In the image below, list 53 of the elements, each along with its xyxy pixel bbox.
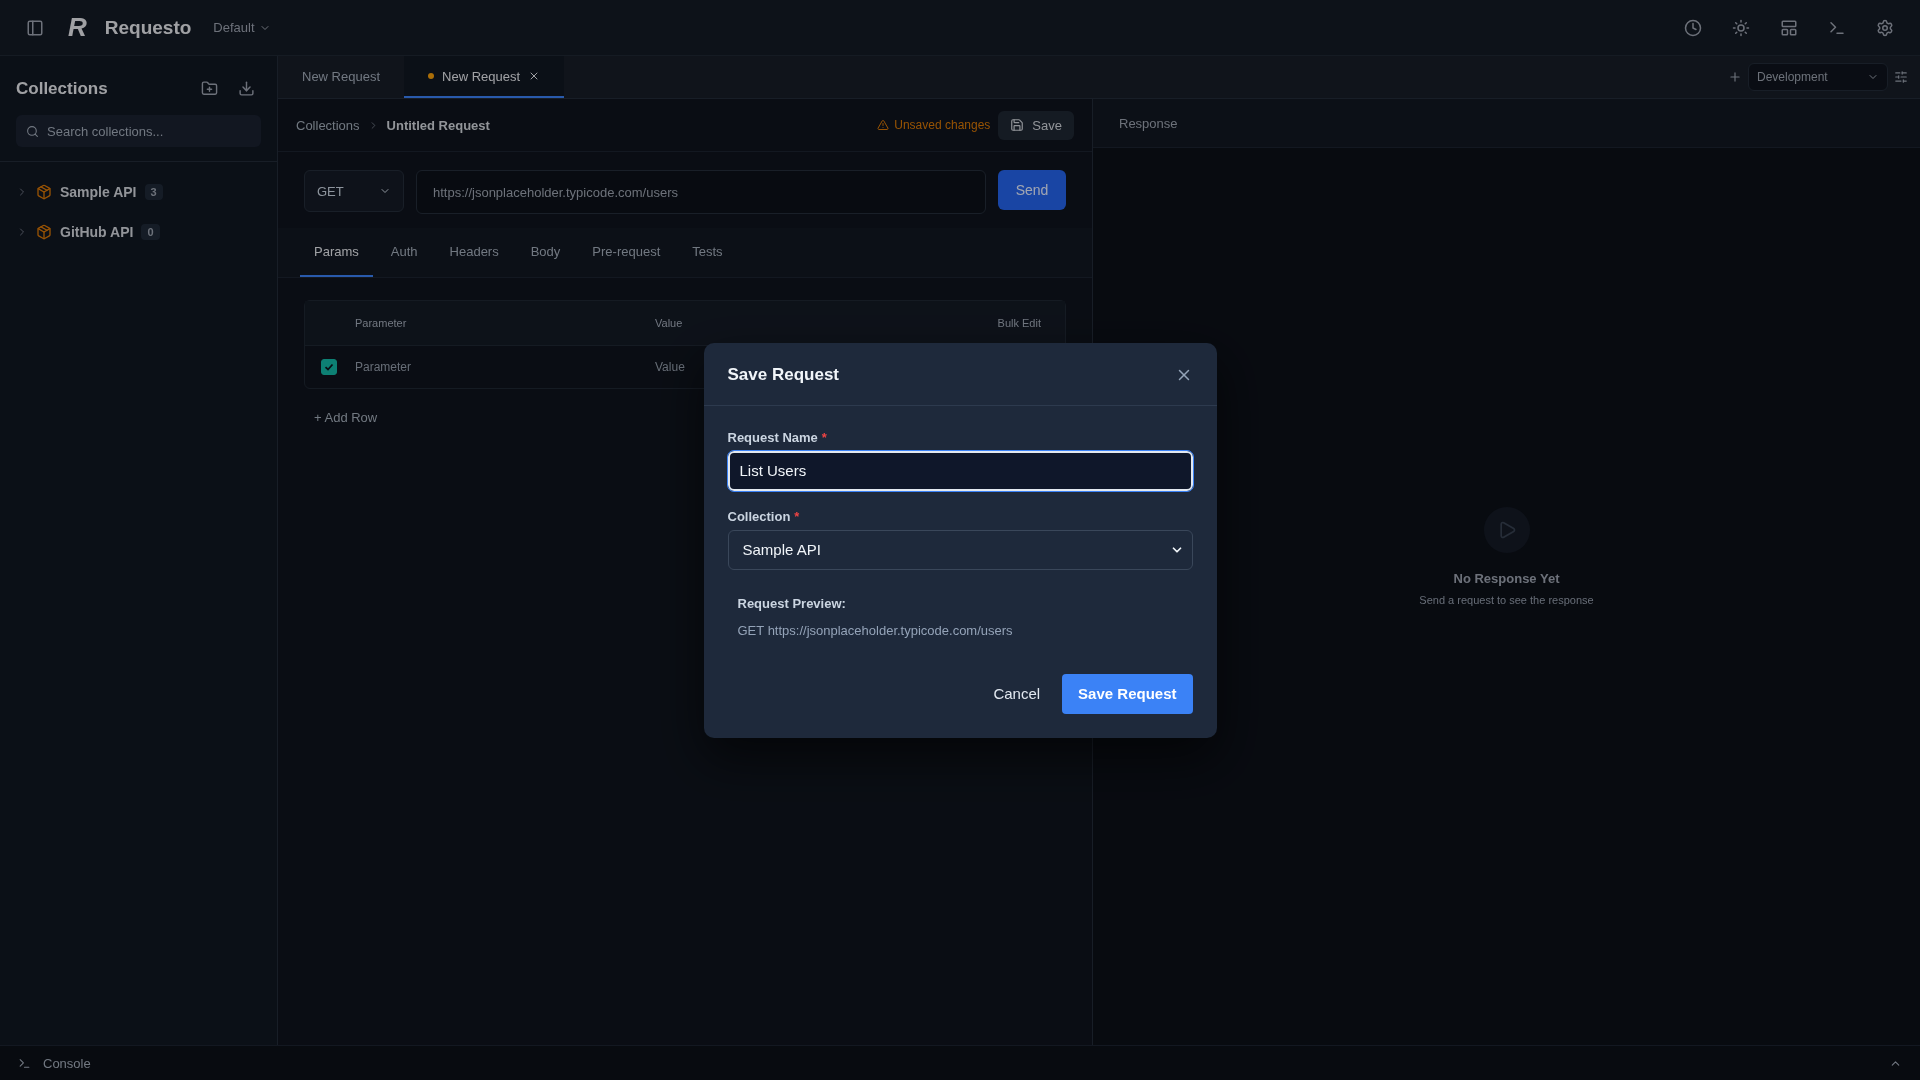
collection-select[interactable]: Sample API	[727, 529, 1193, 570]
field-label: Request Name *	[727, 429, 828, 445]
search-icon	[26, 124, 39, 138]
console-toggle[interactable]: Console	[43, 1055, 91, 1071]
package-icon	[36, 224, 52, 240]
row-checkbox[interactable]	[321, 359, 337, 375]
breadcrumb-link[interactable]: Collections	[296, 117, 360, 133]
search-field[interactable]: Search collections...	[16, 115, 261, 147]
sidebar-title: Collections	[16, 78, 109, 99]
bulk-edit-link[interactable]: Bulk Edit	[997, 317, 1041, 329]
collection-name: Sample API	[60, 184, 137, 200]
add-row-button[interactable]: + Add Row	[308, 409, 384, 426]
count-badge: 3	[144, 184, 163, 200]
preview-label: Request Preview:	[737, 595, 847, 611]
play-icon	[1483, 507, 1530, 553]
terminal-icon	[18, 1056, 31, 1070]
send-button[interactable]: Send	[998, 170, 1066, 210]
check-icon	[324, 362, 334, 372]
save-button[interactable]: Save	[998, 110, 1074, 140]
url-field[interactable]: https://jsonplaceholder.typicode.com/users	[416, 170, 986, 214]
collection-name: GitHub API	[60, 224, 134, 240]
empty-title: No Response Yet	[1453, 571, 1560, 586]
environment-dropdown[interactable]: Development	[1748, 63, 1888, 91]
request-section-tab[interactable]: Headers	[435, 228, 513, 277]
request-tab[interactable]: New Request	[278, 56, 405, 98]
count-badge: 0	[141, 224, 160, 240]
field-label: Collection *	[727, 508, 801, 524]
column-header: Parameter	[355, 317, 408, 329]
preview-text: GET https://jsonplaceholder.typicode.com/users	[737, 622, 1014, 638]
collection-item[interactable]: GitHub API 0	[0, 212, 277, 252]
save-request-button[interactable]: Save Request	[1062, 673, 1193, 714]
request-name-input[interactable]: List Users	[727, 450, 1193, 491]
cancel-button[interactable]: Cancel	[989, 677, 1045, 710]
workspace-dropdown[interactable]: Default	[209, 16, 275, 39]
request-section-tab[interactable]: Pre-request	[578, 228, 675, 277]
empty-text: Send a request to see the response	[1419, 594, 1594, 606]
package-icon	[36, 184, 52, 200]
logo: R	[68, 12, 87, 43]
unsaved-indicator: Unsaved changes	[877, 118, 991, 132]
method-dropdown[interactable]: GET	[304, 170, 404, 212]
dialog-title: Save Request	[727, 364, 839, 385]
key-field[interactable]: Parameter	[355, 360, 655, 374]
request-tab[interactable]: New Request	[404, 56, 565, 98]
warning-icon	[877, 119, 890, 131]
breadcrumb-current: Untitled Request	[386, 117, 490, 133]
request-section-tab[interactable]: Tests	[678, 228, 737, 277]
request-section-tab[interactable]: Auth	[376, 228, 432, 277]
request-section-tab[interactable]: Body	[516, 228, 575, 277]
column-header: Value	[655, 317, 683, 329]
request-section-tab[interactable]: Params	[300, 228, 373, 277]
collection-item[interactable]: Sample API 3	[0, 172, 277, 212]
app-name: Requesto	[104, 16, 192, 39]
response-title: Response	[1119, 115, 1178, 131]
